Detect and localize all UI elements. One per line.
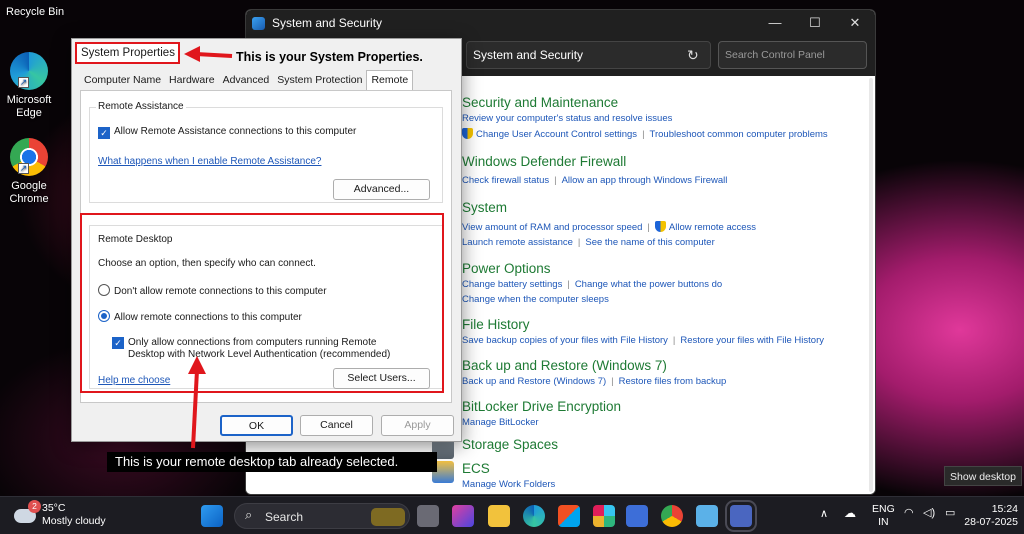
remote-desktop-app-icon[interactable] xyxy=(626,505,648,527)
edge-taskbar-icon[interactable] xyxy=(523,505,545,527)
battery-icon[interactable]: ▭ xyxy=(945,507,955,520)
control-panel-taskbar-icon[interactable] xyxy=(725,500,757,532)
lang-line2: IN xyxy=(878,516,889,528)
taskbar: 2 35°C Mostly cloudy ⌕ Search ∧ ☁ ENG IN… xyxy=(0,496,1024,534)
weather-temp: 35°C xyxy=(42,502,66,514)
chrome-taskbar-icon[interactable] xyxy=(661,505,683,527)
taskbar-search[interactable]: ⌕ Search xyxy=(234,503,410,529)
network-settings-icon[interactable] xyxy=(696,505,718,527)
start-icon[interactable] xyxy=(201,505,223,527)
show-desktop-tooltip: Show desktop xyxy=(944,466,1022,486)
task-view-icon[interactable] xyxy=(417,505,439,527)
weather-text[interactable]: 35°C Mostly cloudy xyxy=(42,502,106,528)
wifi-icon[interactable]: ◠ xyxy=(904,507,914,520)
annotation-remote-tab: This is your remote desktop tab already … xyxy=(107,452,437,472)
chevron-up-icon[interactable]: ∧ xyxy=(820,508,828,521)
search-icon: ⌕ xyxy=(245,507,253,522)
slack-icon[interactable] xyxy=(593,505,615,527)
volume-icon[interactable]: ◁) xyxy=(923,507,935,520)
weather-desc: Mostly cloudy xyxy=(42,515,106,527)
onedrive-icon[interactable]: ☁ xyxy=(844,507,856,520)
language-indicator[interactable]: ENG IN xyxy=(872,503,895,529)
weather-widget[interactable]: 2 xyxy=(14,500,41,525)
time: 15:24 xyxy=(991,503,1018,515)
arrow-to-title-icon xyxy=(184,46,233,62)
search-label: Search xyxy=(265,510,304,524)
lang-line1: ENG xyxy=(872,503,895,515)
store-icon[interactable] xyxy=(558,505,580,527)
m365-icon[interactable] xyxy=(452,505,474,527)
annotation-system-properties: This is your System Properties. xyxy=(236,50,423,64)
search-highlight-icon xyxy=(371,508,405,526)
arrow-to-remote-desktop-icon xyxy=(188,356,206,449)
clock[interactable]: 15:24 28-07-2025 xyxy=(962,503,1018,529)
date: 28-07-2025 xyxy=(964,516,1018,528)
weather-badge: 2 xyxy=(28,500,41,513)
file-explorer-icon[interactable] xyxy=(488,505,510,527)
